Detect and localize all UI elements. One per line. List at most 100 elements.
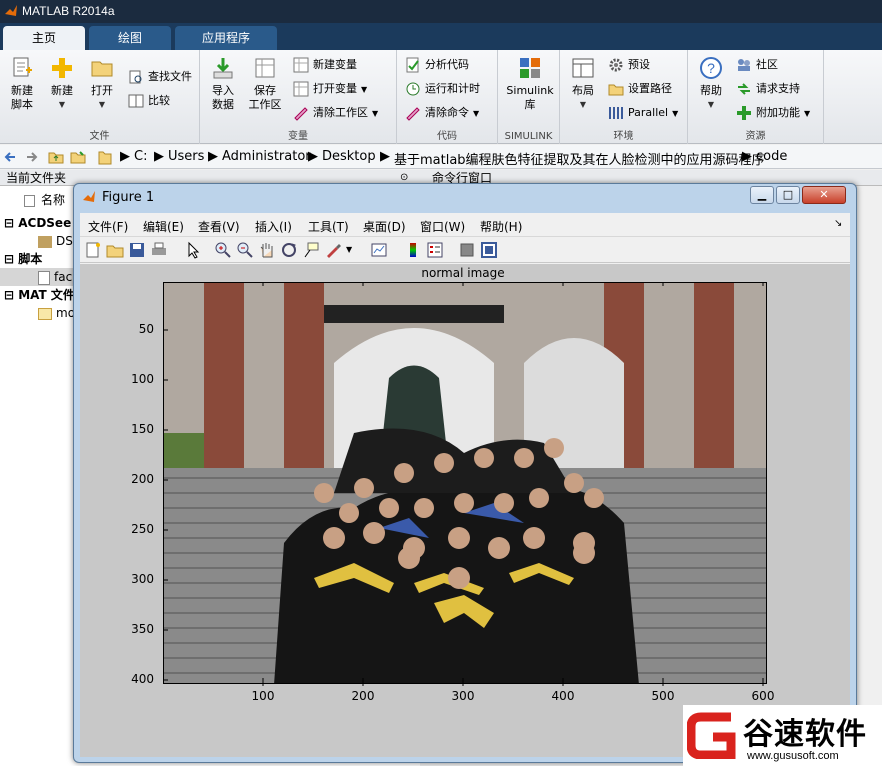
open-variable-button[interactable]: 打开变量 ▼ — [293, 80, 367, 98]
menu-insert[interactable]: 插入(I) — [255, 218, 292, 235]
menu-file[interactable]: 文件(F) — [88, 218, 128, 235]
data-cursor-icon[interactable] — [302, 241, 320, 259]
addons-label: 附加功能 — [756, 106, 800, 119]
x-tick-label: 200 — [351, 689, 375, 703]
plus-icon — [737, 106, 751, 120]
rotate-3d-icon[interactable] — [280, 241, 298, 259]
new-script-button[interactable]: 新建 脚本 — [2, 56, 42, 112]
collapse-icon: ⊟ — [4, 216, 19, 230]
browse-folder-icon[interactable] — [70, 150, 86, 164]
brush-icon[interactable] — [324, 241, 342, 259]
figure-content: 文件(F) 编辑(E) 查看(V) 插入(I) 工具(T) 桌面(D) 窗口(W… — [80, 213, 850, 757]
run-time-button[interactable]: 运行和计时 — [405, 80, 480, 98]
set-path-button[interactable]: 设置路径 — [608, 80, 672, 98]
maximize-button[interactable]: □ — [776, 186, 800, 204]
list-item[interactable]: DS — [38, 232, 73, 250]
chevron-down-icon: ▼ — [804, 109, 811, 118]
analyze-code-button[interactable]: 分析代码 — [405, 56, 469, 74]
find-files-button[interactable]: 查找文件 — [128, 68, 192, 86]
menu-tools[interactable]: 工具(T) — [308, 218, 349, 235]
breadcrumb-item[interactable]: code — [756, 149, 787, 164]
menu-edit[interactable]: 编辑(E) — [143, 218, 184, 235]
pointer-icon[interactable] — [184, 241, 202, 259]
hide-plot-tools-icon[interactable] — [458, 241, 476, 259]
request-support-button[interactable]: 请求支持 — [736, 80, 800, 98]
compare-icon — [128, 94, 144, 108]
new-figure-icon[interactable] — [84, 241, 102, 259]
list-item[interactable]: mo — [38, 304, 75, 322]
breadcrumb-separator: ▶ — [208, 149, 218, 164]
chevron-down-icon[interactable]: ▼ — [346, 245, 352, 254]
simulink-library-button[interactable]: Simulink 库 — [503, 56, 557, 112]
tab-home[interactable]: 主页 — [3, 26, 85, 50]
breadcrumb-item[interactable]: 基于matlab编程肤色特征提取及其在人脸检测中的应用源码程序 — [394, 149, 765, 168]
open-variable-icon — [293, 81, 309, 97]
collapse-icon: ⊟ — [4, 288, 19, 302]
figure-title: Figure 1 — [102, 190, 155, 205]
tab-apps[interactable]: 应用程序 — [175, 26, 277, 50]
new-variable-button[interactable]: 新建变量 — [293, 56, 357, 74]
legend-icon[interactable] — [426, 241, 444, 259]
simulink-group-label: SIMULINK — [504, 131, 553, 142]
import-data-button[interactable]: 导入 数据 — [203, 56, 243, 112]
show-plot-tools-icon[interactable] — [480, 241, 498, 259]
compare-button[interactable]: 比较 — [128, 92, 170, 110]
open-button[interactable]: 打开 ▼ — [82, 56, 122, 112]
help-button[interactable]: ? 帮助 ▼ — [691, 56, 731, 112]
new-variable-label: 新建变量 — [313, 58, 357, 71]
parallel-button[interactable]: Parallel ▼ — [608, 104, 678, 122]
chevron-down-icon: ▼ — [361, 85, 368, 94]
community-button[interactable]: 社区 — [736, 56, 778, 74]
app-titlebar: MATLAB R2014a — [0, 0, 882, 23]
zoom-in-icon[interactable] — [214, 241, 232, 259]
new-button[interactable]: 新建 ▼ — [42, 56, 82, 112]
collapse-icon: ⊟ — [4, 252, 19, 266]
group-acdsee[interactable]: ⊟ ACDSee — [4, 214, 71, 232]
close-icon: ✕ — [819, 188, 829, 201]
print-icon[interactable] — [150, 241, 168, 259]
menu-window[interactable]: 窗口(W) — [420, 218, 465, 235]
clear-workspace-button[interactable]: 清除工作区 ▼ — [293, 104, 378, 122]
parallel-label: Parallel — [628, 106, 669, 119]
code-group: 分析代码 运行和计时 清除命令 ▼ 代码 — [397, 50, 498, 144]
environment-group: 布局 ▼ 预设 设置路径 Parallel ▼ 环境 — [560, 50, 688, 144]
minimize-button[interactable]: ▁ — [750, 186, 774, 204]
folder-icon — [91, 61, 113, 77]
zoom-out-icon[interactable] — [236, 241, 254, 259]
group-mat-files[interactable]: ⊟ MAT 文件 — [4, 286, 75, 304]
clear-commands-button[interactable]: 清除命令 ▼ — [405, 104, 479, 122]
parallel-icon — [609, 107, 623, 119]
breadcrumb-item[interactable]: Administrator — [222, 149, 311, 164]
tab-plots[interactable]: 绘图 — [89, 26, 171, 50]
save-workspace-button[interactable]: 保存 工作区 — [245, 56, 285, 112]
column-header-name[interactable]: 名称 — [24, 191, 65, 209]
close-button[interactable]: ✕ — [802, 186, 846, 204]
back-arrow-icon[interactable] — [3, 150, 17, 164]
group-scripts[interactable]: ⊟ 脚本 — [4, 250, 42, 268]
list-item[interactable]: fac — [0, 268, 73, 286]
preferences-button[interactable]: 预设 — [608, 56, 650, 74]
analyze-code-icon — [406, 57, 419, 73]
breadcrumb-item[interactable]: C: — [134, 149, 147, 164]
save-icon[interactable] — [128, 241, 146, 259]
breadcrumb-item[interactable]: Users — [168, 149, 204, 164]
run-time-label: 运行和计时 — [425, 82, 480, 95]
layout-icon — [572, 58, 594, 78]
forward-arrow-icon[interactable] — [25, 150, 39, 164]
folder-icon — [98, 151, 112, 165]
link-plot-icon[interactable] — [370, 241, 388, 259]
menu-desktop[interactable]: 桌面(D) — [363, 218, 406, 235]
chevron-down-icon: ▼ — [58, 100, 66, 109]
dock-arrow-icon[interactable]: ↘ — [834, 218, 842, 229]
open-file-icon[interactable] — [106, 241, 124, 259]
up-folder-icon[interactable] — [48, 150, 64, 164]
breadcrumb-item[interactable]: Desktop — [322, 149, 376, 164]
addons-button[interactable]: 附加功能 ▼ — [736, 104, 810, 122]
layout-button[interactable]: 布局 ▼ — [563, 56, 603, 112]
menu-help[interactable]: 帮助(H) — [480, 218, 522, 235]
find-files-icon — [129, 70, 142, 84]
pan-hand-icon[interactable] — [258, 241, 276, 259]
menu-view[interactable]: 查看(V) — [198, 218, 240, 235]
simulink-icon — [520, 58, 540, 78]
colorbar-icon[interactable] — [404, 241, 422, 259]
